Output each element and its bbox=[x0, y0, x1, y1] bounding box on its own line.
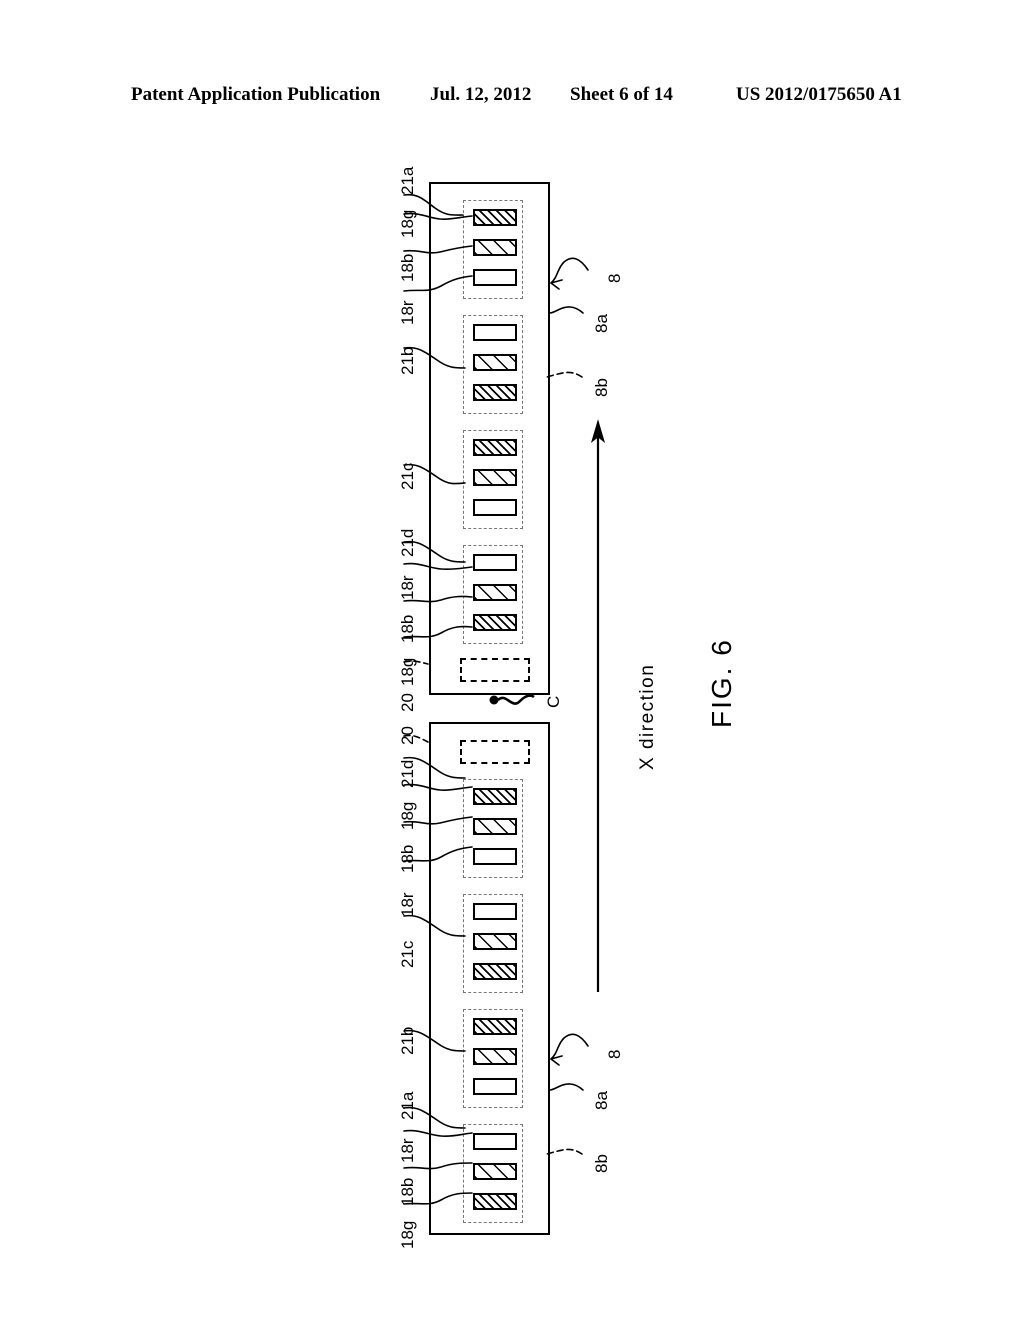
label-21d: 21d bbox=[398, 759, 417, 788]
group-21a-box bbox=[463, 200, 523, 299]
label-8: 8 bbox=[605, 1049, 624, 1059]
label-8b: 8b bbox=[592, 1154, 611, 1173]
break-symbol bbox=[489, 694, 535, 705]
nozzle-18r bbox=[473, 554, 517, 571]
nozzle-18b bbox=[473, 1163, 517, 1180]
nozzle-18b bbox=[473, 584, 517, 601]
lower-head-outline bbox=[429, 722, 550, 1235]
group-21b-box bbox=[463, 315, 523, 414]
nozzle-18g bbox=[473, 209, 517, 226]
nozzle-18g bbox=[473, 384, 517, 401]
label-21b: 21b bbox=[398, 346, 417, 375]
label-18b: 18b bbox=[398, 1177, 417, 1206]
nozzle-18r bbox=[473, 903, 517, 920]
nozzle-18g bbox=[473, 614, 517, 631]
group-21d-box bbox=[463, 779, 523, 878]
upper-head-outline bbox=[429, 182, 550, 695]
label-21a: 21a bbox=[398, 166, 417, 195]
label-18b: 18b bbox=[398, 844, 417, 873]
figure-6-drawing: 21a 18g 18b 18r 21b 21c 21d 18r 18b 18g … bbox=[0, 0, 1024, 1320]
nozzle-18g bbox=[473, 439, 517, 456]
nozzle-18b bbox=[473, 239, 517, 256]
label-21d: 21d bbox=[398, 528, 417, 557]
label-21c: 21c bbox=[398, 940, 417, 968]
label-20: 20 bbox=[398, 726, 417, 745]
label-18g: 18g bbox=[398, 801, 417, 830]
group-21b-box bbox=[463, 1009, 523, 1108]
group-21c-box bbox=[463, 894, 523, 993]
label-20: 20 bbox=[398, 693, 417, 712]
nozzle-18b bbox=[473, 469, 517, 486]
nozzle-18r bbox=[473, 1133, 517, 1150]
nozzle-18b bbox=[473, 933, 517, 950]
label-21a: 21a bbox=[398, 1091, 417, 1120]
nozzle-18r bbox=[473, 1078, 517, 1095]
nozzle-18r bbox=[473, 324, 517, 341]
nozzle-18g bbox=[473, 963, 517, 980]
nozzle-18r bbox=[473, 848, 517, 865]
label-break-c: C bbox=[544, 695, 563, 708]
element-20-box bbox=[460, 740, 530, 764]
nozzle-18r bbox=[473, 499, 517, 516]
group-21d-box bbox=[463, 545, 523, 644]
group-21c-box bbox=[463, 430, 523, 529]
label-8: 8 bbox=[605, 273, 624, 283]
label-18g: 18g bbox=[398, 657, 417, 686]
label-18g: 18g bbox=[398, 209, 417, 238]
label-18b: 18b bbox=[398, 253, 417, 282]
label-21b: 21b bbox=[398, 1026, 417, 1055]
nozzle-18b bbox=[473, 1048, 517, 1065]
label-18g: 18g bbox=[398, 1220, 417, 1249]
label-18r: 18r bbox=[398, 892, 417, 917]
nozzle-18g bbox=[473, 1193, 517, 1210]
label-8b: 8b bbox=[592, 378, 611, 397]
label-21c: 21c bbox=[398, 462, 417, 490]
label-8a: 8a bbox=[592, 314, 611, 333]
nozzle-18g bbox=[473, 1018, 517, 1035]
label-18r: 18r bbox=[398, 575, 417, 600]
x-direction-arrow bbox=[590, 419, 606, 992]
nozzle-18b bbox=[473, 354, 517, 371]
element-20-box bbox=[460, 658, 530, 682]
nozzle-18r bbox=[473, 269, 517, 286]
nozzle-18b bbox=[473, 818, 517, 835]
label-18r: 18r bbox=[398, 300, 417, 325]
group-21a-box bbox=[463, 1124, 523, 1223]
x-direction-label: X direction bbox=[637, 663, 658, 770]
figure-caption: FIG. 6 bbox=[706, 638, 737, 728]
label-18b: 18b bbox=[398, 614, 417, 643]
label-8a: 8a bbox=[592, 1091, 611, 1110]
label-18r: 18r bbox=[398, 1138, 417, 1163]
nozzle-18g bbox=[473, 788, 517, 805]
